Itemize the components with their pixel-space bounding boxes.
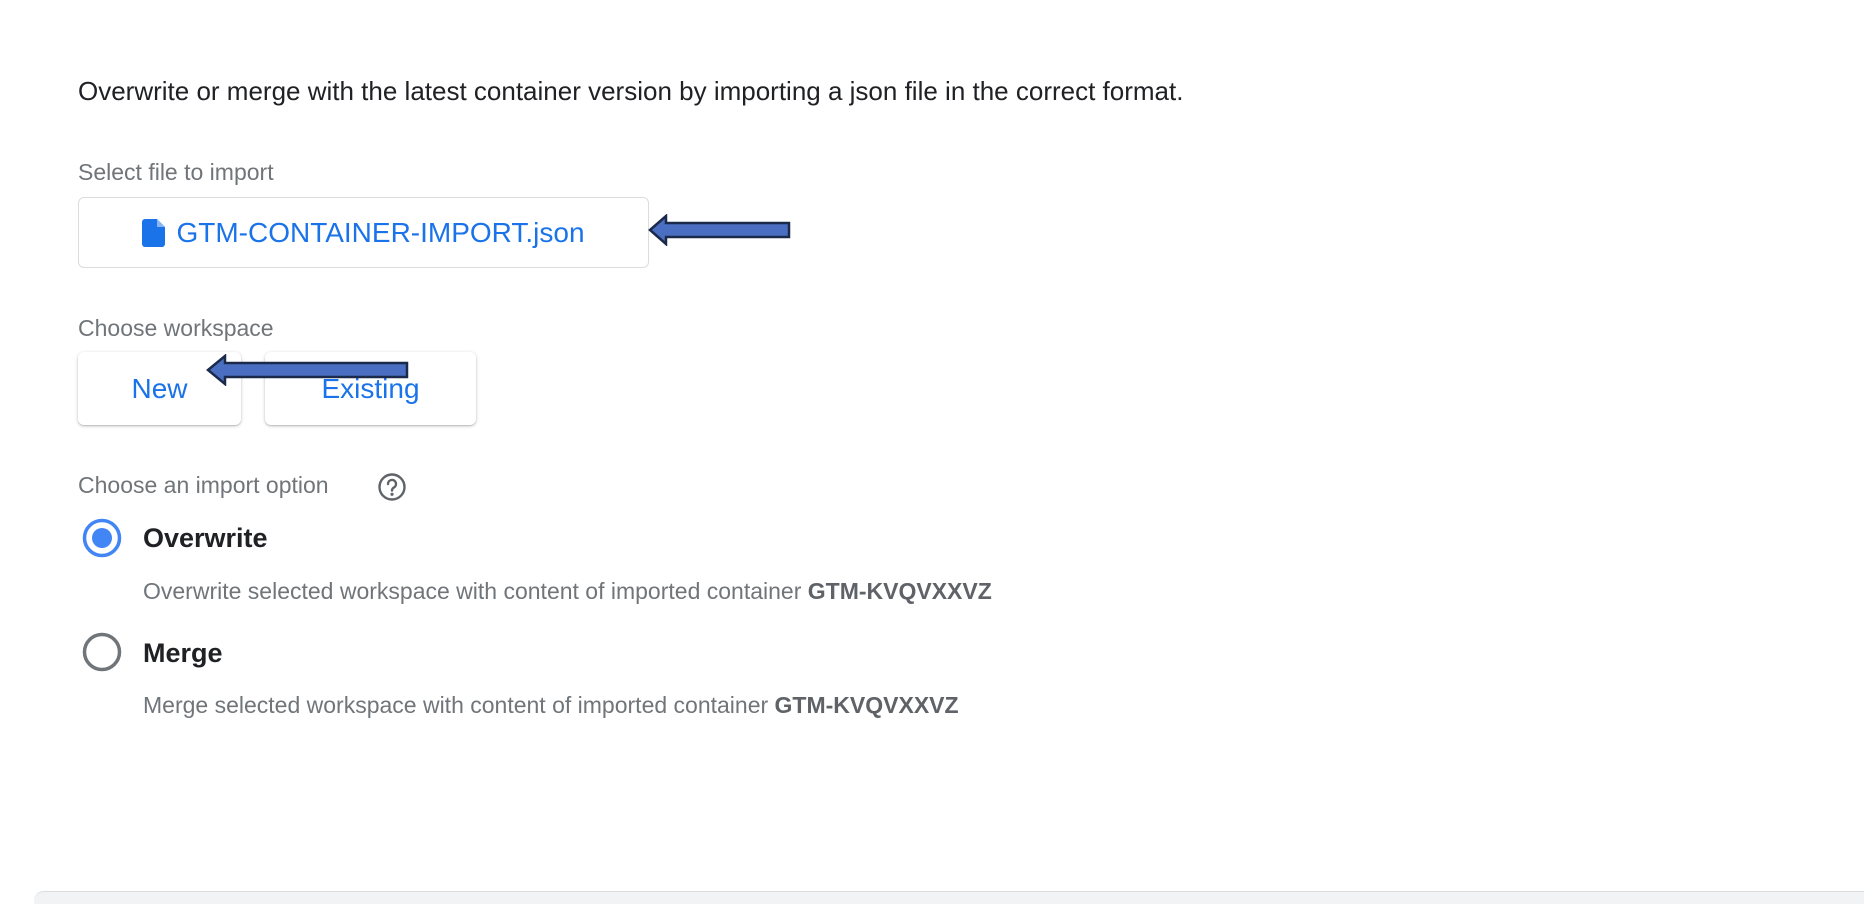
choose-workspace-label: Choose workspace (78, 315, 274, 341)
workspace-existing-button[interactable]: Existing (265, 352, 476, 425)
select-file-button[interactable]: GTM-CONTAINER-IMPORT.json (78, 197, 649, 268)
overwrite-option-title[interactable]: Overwrite (143, 523, 268, 554)
panel-divider (34, 891, 1864, 904)
merge-radio[interactable] (82, 632, 122, 672)
import-container-panel: Overwrite or merge with the latest conta… (0, 0, 1864, 904)
overwrite-option-description: Overwrite selected workspace with conten… (143, 578, 992, 604)
container-id: GTM-KVQVXXVZ (807, 578, 992, 604)
merge-option-description: Merge selected workspace with content of… (143, 692, 959, 718)
container-id: GTM-KVQVXXVZ (774, 692, 959, 718)
import-option-label: Choose an import option (78, 472, 329, 498)
intro-text: Overwrite or merge with the latest conta… (78, 76, 1184, 106)
merge-option-title[interactable]: Merge (143, 638, 223, 669)
help-circle-icon[interactable] (377, 472, 407, 502)
file-icon (142, 218, 166, 247)
workspace-new-button[interactable]: New (78, 352, 241, 425)
annotation-arrow-file (648, 214, 791, 246)
file-name: GTM-CONTAINER-IMPORT.json (176, 216, 585, 248)
overwrite-radio[interactable] (82, 518, 122, 558)
select-file-label: Select file to import (78, 159, 274, 185)
